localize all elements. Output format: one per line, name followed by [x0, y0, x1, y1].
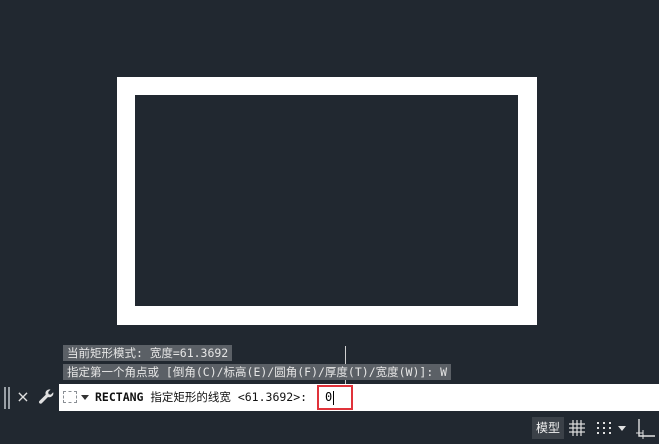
command-prompt: RECTANG 指定矩形的线宽 <61.3692>:: [95, 384, 307, 411]
command-prompt-text: 指定矩形的线宽 <61.3692>:: [150, 390, 308, 404]
command-history-line-1: 当前矩形模式: 宽度=61.3692: [63, 345, 233, 361]
close-icon: ×: [16, 387, 30, 406]
command-input[interactable]: 0: [317, 385, 353, 410]
command-line-grip[interactable]: [4, 387, 10, 409]
command-line-area: × RECTANG 指定矩形的线宽 <61.3692>: 0: [0, 384, 659, 412]
ortho-icon: [636, 419, 655, 439]
command-line-bar[interactable]: RECTANG 指定矩形的线宽 <61.3692>: 0: [59, 384, 659, 411]
snap-icon: [597, 422, 611, 434]
wrench-icon: [39, 389, 54, 404]
snap-dropdown-icon[interactable]: [618, 426, 626, 431]
command-name: RECTANG: [95, 390, 144, 404]
text-caret: [333, 390, 335, 405]
grid-icon: [569, 420, 585, 436]
grid-toggle-button[interactable]: [568, 419, 586, 437]
status-bar: 模型: [0, 412, 659, 442]
model-tab[interactable]: 模型: [532, 417, 564, 439]
chevron-down-icon[interactable]: [81, 395, 89, 400]
command-input-value: 0: [325, 390, 333, 404]
ortho-toggle-button[interactable]: [634, 416, 658, 440]
customize-button[interactable]: [36, 386, 56, 408]
rectangle-icon[interactable]: [63, 391, 77, 403]
snap-toggle-button[interactable]: [594, 419, 614, 437]
command-history-line-2: 指定第一个角点或 [倒角(C)/标高(E)/圆角(F)/厚度(T)/宽度(W)]…: [63, 364, 452, 380]
rectangle-inner-edge: [135, 95, 518, 306]
drawing-canvas[interactable]: 当前矩形模式: 宽度=61.3692 指定第一个角点或 [倒角(C)/标高(E)…: [0, 0, 659, 384]
close-button[interactable]: ×: [14, 386, 32, 408]
